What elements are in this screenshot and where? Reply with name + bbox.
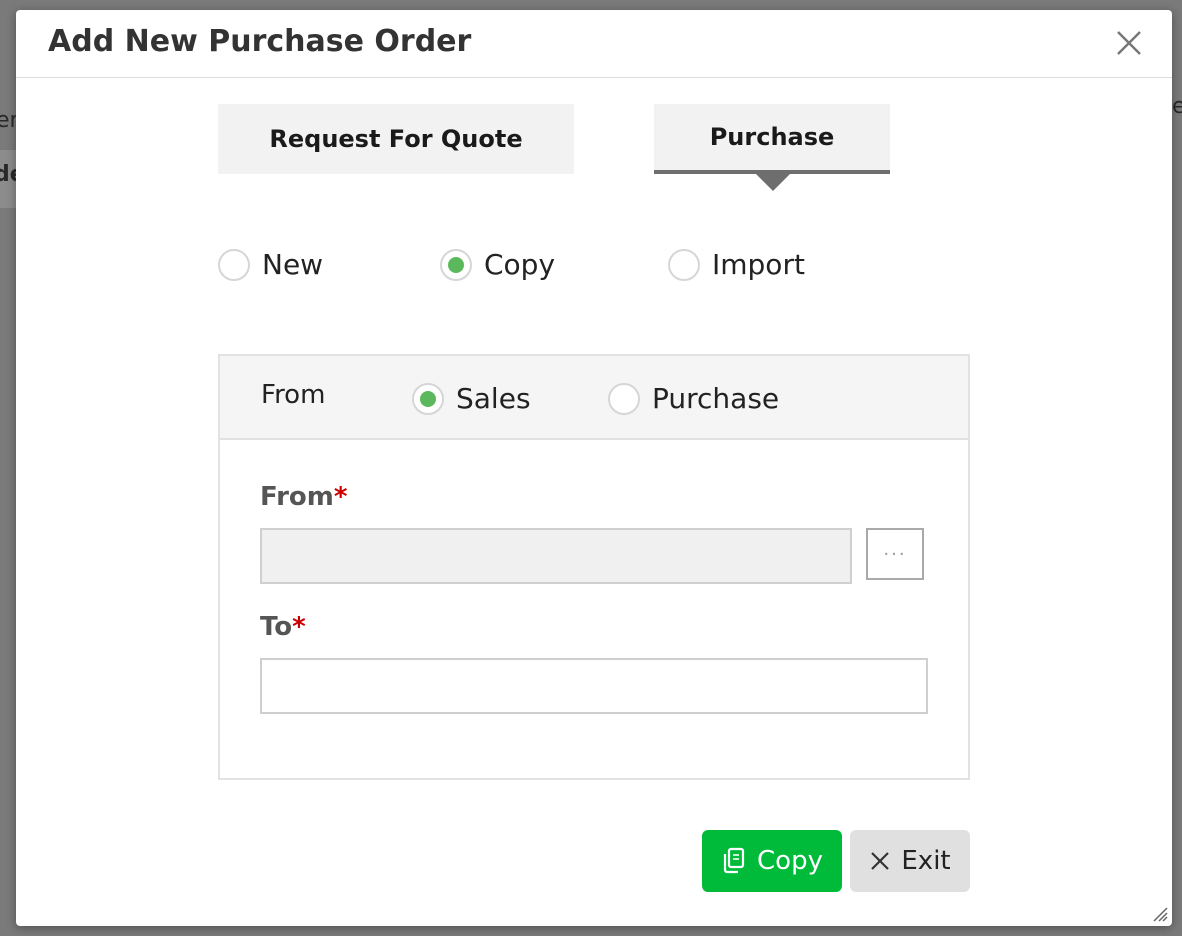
radio-button[interactable] [668,248,700,281]
panel-header: From Sales Purchase [220,356,968,440]
close-button[interactable] [1112,26,1146,60]
copy-button-label: Copy [757,846,823,876]
exit-button[interactable]: Exit [850,830,970,892]
radio-label: Sales [456,382,531,415]
resize-handle-icon[interactable] [1150,904,1168,922]
radio-label: Purchase [652,382,780,415]
radio-label: New [262,248,324,281]
tab-label: Request For Quote [269,125,523,153]
dialog-header: Add New Purchase Order [16,10,1172,78]
required-marker: * [333,482,348,512]
source-label: From [261,380,326,410]
from-label-text: From [260,482,334,512]
backdrop-text: e [1172,94,1182,119]
close-icon [1117,31,1141,55]
to-field-label: To* [260,612,306,642]
radio-button[interactable] [440,248,472,281]
radio-button[interactable] [608,382,640,415]
required-marker: * [292,612,306,642]
to-label-text: To [260,612,293,642]
close-icon [871,852,890,870]
from-field[interactable] [260,528,852,584]
ellipsis-icon: ··· [883,543,907,565]
tab-label: Purchase [709,123,835,151]
radio-button[interactable] [218,248,250,281]
radio-button[interactable] [412,382,444,415]
dialog-title: Add New Purchase Order [48,24,472,59]
from-field-label: From* [260,482,347,512]
copy-source-panel: From Sales Purchase From* ··· To* [218,354,970,780]
radio-label: Import [712,248,805,281]
mode-option-new[interactable]: New [218,248,323,281]
source-option-purchase[interactable]: Purchase [608,382,779,415]
mode-option-copy[interactable]: Copy [440,248,555,281]
add-purchase-order-dialog: Add New Purchase Order Request For Quote… [16,10,1172,926]
to-field[interactable] [260,658,928,714]
exit-button-label: Exit [901,846,951,876]
copy-button[interactable]: Copy [702,830,842,892]
tab-request-for-quote[interactable]: Request For Quote [218,104,574,174]
browse-from-button[interactable]: ··· [866,528,924,580]
radio-label: Copy [484,248,556,281]
source-option-sales[interactable]: Sales [412,382,531,415]
mode-option-import[interactable]: Import [668,248,805,281]
copy-icon [723,847,745,874]
active-tab-indicator [756,174,790,191]
tab-purchase[interactable]: Purchase [654,104,890,174]
